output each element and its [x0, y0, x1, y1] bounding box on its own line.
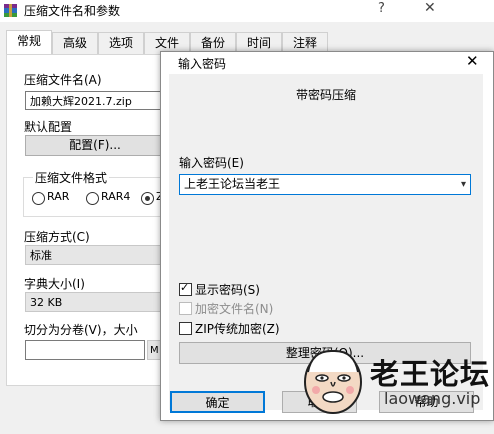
- password-value[interactable]: 上老王论坛当老王: [184, 177, 280, 191]
- help-icon[interactable]: ?: [378, 1, 385, 16]
- ok-button[interactable]: 确定: [170, 391, 265, 413]
- tab-advanced[interactable]: 高级: [52, 32, 98, 54]
- tab-options[interactable]: 选项: [98, 32, 144, 54]
- general-tab-panel: 压缩文件名(A) 加赖大辉2021.7.zip 默认配置 配置(F)... 压缩…: [6, 54, 167, 386]
- encrypt-filenames-checkbox[interactable]: [179, 302, 192, 315]
- tab-general[interactable]: 常规: [6, 30, 52, 55]
- password-combo[interactable]: 上老王论坛当老王 ▾: [179, 174, 471, 195]
- watermark-url: laowang.vip: [384, 389, 481, 408]
- default-profile-label: 默认配置: [24, 120, 73, 134]
- zip-legacy-encryption-checkbox[interactable]: [179, 322, 192, 335]
- window-title: 压缩文件名和参数: [24, 4, 121, 18]
- method-label: 压缩方式(C): [24, 230, 90, 244]
- dialog-title: 输入密码: [178, 57, 227, 71]
- watermark-face-icon: [304, 349, 362, 414]
- show-password-checkbox[interactable]: [179, 281, 192, 296]
- split-size-input[interactable]: [25, 340, 145, 360]
- password-label: 输入密码(E): [179, 156, 244, 170]
- dict-size-select[interactable]: 32 KB: [25, 292, 165, 312]
- encrypt-filenames-label: 加密文件名(N): [195, 302, 274, 316]
- format-group-label: 压缩文件格式: [33, 169, 110, 186]
- chevron-down-icon[interactable]: ▾: [461, 175, 466, 194]
- winrar-app-icon: [4, 4, 17, 17]
- profile-button[interactable]: 配置(F)...: [25, 135, 165, 156]
- archive-name-label: 压缩文件名(A): [24, 73, 102, 87]
- radio-zip[interactable]: [141, 192, 154, 205]
- show-password-label: 显示密码(S): [195, 283, 260, 297]
- radio-rar[interactable]: [32, 192, 45, 205]
- dialog-heading: 带密码压缩: [295, 88, 356, 102]
- archive-name-input[interactable]: 加赖大辉2021.7.zip: [25, 91, 165, 110]
- close-icon[interactable]: ✕: [424, 0, 436, 16]
- radio-rar4-label: RAR4: [101, 190, 131, 203]
- dialog-close-icon[interactable]: ✕: [466, 52, 479, 70]
- method-select[interactable]: 标准: [25, 245, 165, 265]
- radio-rar-label: RAR: [47, 190, 70, 203]
- watermark-text: 老王论坛: [370, 357, 491, 391]
- title-bar: 压缩文件名和参数 ? ✕: [0, 0, 494, 22]
- split-label: 切分为分卷(V)，大小: [24, 323, 138, 337]
- radio-rar4[interactable]: [86, 192, 99, 205]
- zip-legacy-encryption-label: ZIP传统加密(Z): [195, 322, 280, 336]
- dict-size-label: 字典大小(I): [24, 277, 85, 291]
